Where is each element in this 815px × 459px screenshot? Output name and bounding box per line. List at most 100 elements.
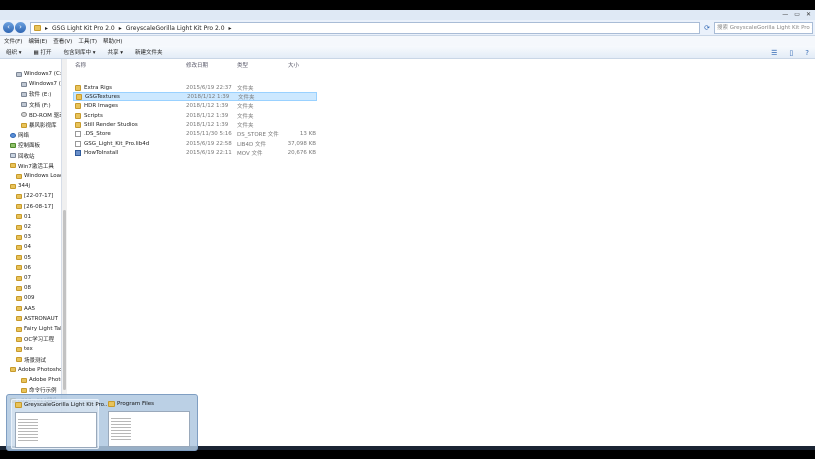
nav-item[interactable]: OC学习工程 [16, 334, 54, 344]
nav-item[interactable]: 02 [16, 222, 31, 232]
file-size: 20,676 KB [287, 149, 316, 156]
nav-item[interactable]: Windows7 (D:) [21, 79, 61, 89]
nav-item[interactable]: 网络 [10, 130, 29, 140]
column-header-type[interactable]: 类型 [237, 61, 248, 69]
thumbnail-label: GreyscaleGorilla Light Kit Pro... [24, 402, 110, 408]
file-icon [75, 131, 81, 138]
nav-scrollbar-thumb[interactable] [63, 210, 66, 390]
thumbnail-preview [15, 412, 97, 448]
nav-item-label: 命令行示例 [29, 388, 57, 395]
menu-tools[interactable]: 工具(T) [78, 37, 97, 45]
menu-edit[interactable]: 编辑(E) [28, 37, 47, 45]
open-button[interactable]: ▦ 打开 [34, 48, 52, 56]
file-row[interactable]: .DS_Store 2015/11/30 5:16 DS_STORE 文件 13 KB [73, 130, 317, 139]
search-input[interactable]: 搜索 GreyscaleGorilla Light Kit Pro 2.0 [714, 22, 813, 34]
menu-help[interactable]: 帮助(H) [103, 37, 122, 45]
panel-icon [10, 142, 16, 148]
breadcrumb-1[interactable]: GSG Light Kit Pro 2.0 [52, 25, 115, 32]
file-type: 文件夹 [237, 113, 254, 120]
maximize-icon[interactable]: ▭ [794, 11, 800, 18]
nav-item-label: Fairy Light Tale [24, 326, 62, 332]
close-icon[interactable]: ✕ [806, 11, 811, 18]
nav-item-label: 344j [18, 183, 31, 190]
nav-item[interactable]: 场景测试 [16, 355, 46, 365]
file-row[interactable]: GSGTextures 2018/1/12 1:39 文件夹 [73, 92, 317, 102]
refresh-icon[interactable]: ⟳ [702, 23, 712, 33]
nav-item[interactable]: tex [16, 344, 33, 354]
breadcrumb-2[interactable]: GreyscaleGorilla Light Kit Pro 2.0 [126, 25, 225, 32]
organize-button[interactable]: 组织 ▾ [6, 48, 22, 56]
explorer-window: — ▭ ✕ ‹ › ▸ GSG Light Kit Pro 2.0 ▸ Grey… [0, 10, 815, 450]
minimize-icon[interactable]: — [782, 11, 788, 18]
menu-view[interactable]: 查看(V) [53, 37, 72, 45]
folder-icon [21, 387, 27, 393]
file-row[interactable]: HDR Images 2018/1/12 1:39 文件夹 [73, 102, 317, 111]
nav-item-label: Windows Loader [24, 173, 61, 179]
column-header-size[interactable]: 大小 [288, 61, 299, 69]
view-options-icon[interactable]: ☰ [771, 49, 777, 57]
nav-item-label: AA5 [24, 305, 36, 312]
nav-item[interactable]: 文档 (F:) [21, 100, 51, 110]
nav-item[interactable]: 344j [10, 181, 30, 191]
address-bar[interactable]: ▸ GSG Light Kit Pro 2.0 ▸ GreyscaleGoril… [30, 22, 700, 34]
nav-item[interactable]: 05 [16, 253, 31, 263]
thumbnail-greyscalegorilla[interactable]: GreyscaleGorilla Light Kit Pro... [11, 399, 109, 449]
nav-item-label: 02 [24, 224, 31, 230]
nav-item[interactable]: Adobe Photoshop [21, 375, 61, 385]
folder-icon [75, 84, 81, 91]
folder-icon [16, 275, 22, 281]
file-name: GSGTextures [85, 93, 120, 100]
nav-item[interactable]: 03 [16, 232, 31, 242]
folder-icon [16, 234, 22, 240]
nav-item[interactable]: 暴风影视库 [21, 120, 57, 130]
nav-item[interactable]: [22-07-17] [16, 191, 53, 201]
forward-button[interactable]: › [15, 22, 26, 33]
nav-item[interactable]: 回收站 [10, 151, 35, 161]
file-row[interactable]: Extra Rigs 2015/6/19 22:37 文件夹 [73, 83, 317, 92]
nav-item[interactable]: ASTRONAUT [16, 314, 58, 324]
file-row[interactable]: GSG_Light_Kit_Pro.lib4d 2015/6/19 22:58 LI… [73, 139, 317, 148]
nav-item[interactable]: 软件 (E:) [21, 89, 51, 99]
file-row[interactable]: Scripts 2018/1/12 1:39 文件夹 [73, 111, 317, 120]
nav-item[interactable]: Fairy Light Tale [16, 324, 62, 334]
column-header-date[interactable]: 修改日期 [186, 61, 208, 69]
file-type: MOV 文件 [237, 150, 263, 157]
nav-item[interactable]: Windows Loader [16, 171, 61, 181]
nav-item[interactable]: 08 [16, 283, 31, 293]
folder-icon [10, 183, 16, 189]
nav-item[interactable]: Adobe Photoshop [10, 365, 61, 375]
nav-item[interactable]: 控制面板 [10, 140, 40, 150]
nav-item[interactable]: Windows7 (C:) [16, 69, 61, 79]
folder-icon [16, 173, 22, 179]
menu-bar: 文件(F) 编辑(E) 查看(V) 工具(T) 帮助(H) [0, 36, 815, 46]
nav-item[interactable]: BD-ROM 驱动器 [21, 110, 61, 120]
folder-icon [16, 204, 22, 210]
nav-item[interactable]: 01 [16, 212, 31, 222]
navigation-pane: Windows7 (C:) Windows7 (D:) 软件 (E:) 文档 (F:)… [0, 59, 62, 450]
thumbnail-program-files[interactable]: Program Files [105, 399, 193, 449]
nav-item[interactable]: [26-08-17] [16, 202, 53, 212]
nav-item[interactable]: 009 [16, 293, 35, 303]
share-button[interactable]: 共享 ▾ [108, 48, 124, 56]
nav-item[interactable]: 07 [16, 273, 31, 283]
nav-item[interactable]: 06 [16, 263, 31, 273]
preview-pane-icon[interactable]: ▯ [789, 49, 793, 57]
menu-file[interactable]: 文件(F) [4, 37, 22, 45]
file-name: GSG_Light_Kit_Pro.lib4d [84, 140, 150, 147]
column-header-name[interactable]: 名称 [75, 61, 86, 69]
nav-item[interactable]: 04 [16, 242, 31, 252]
help-icon[interactable]: ? [805, 49, 809, 57]
file-row[interactable]: HowToInstall 2015/6/19 22:11 MOV 文件 20,676 … [73, 148, 317, 157]
new-folder-button[interactable]: 新建文件夹 [135, 48, 163, 56]
include-library-button[interactable]: 包含到库中 ▾ [63, 48, 95, 56]
folder-icon [75, 103, 81, 110]
nav-item-label: 03 [24, 234, 31, 241]
folder-icon [16, 224, 22, 230]
file-name: Still Render Studios [84, 121, 138, 128]
nav-item[interactable]: AA5 [16, 304, 35, 314]
nav-item[interactable]: Win7激活工具 [10, 161, 54, 171]
open-label: 打开 [40, 50, 52, 56]
file-row[interactable]: Still Render Studios 2018/1/12 1:39 文件夹 [73, 120, 317, 129]
back-button[interactable]: ‹ [3, 22, 14, 33]
chevron-right-icon: ▸ [228, 24, 232, 32]
